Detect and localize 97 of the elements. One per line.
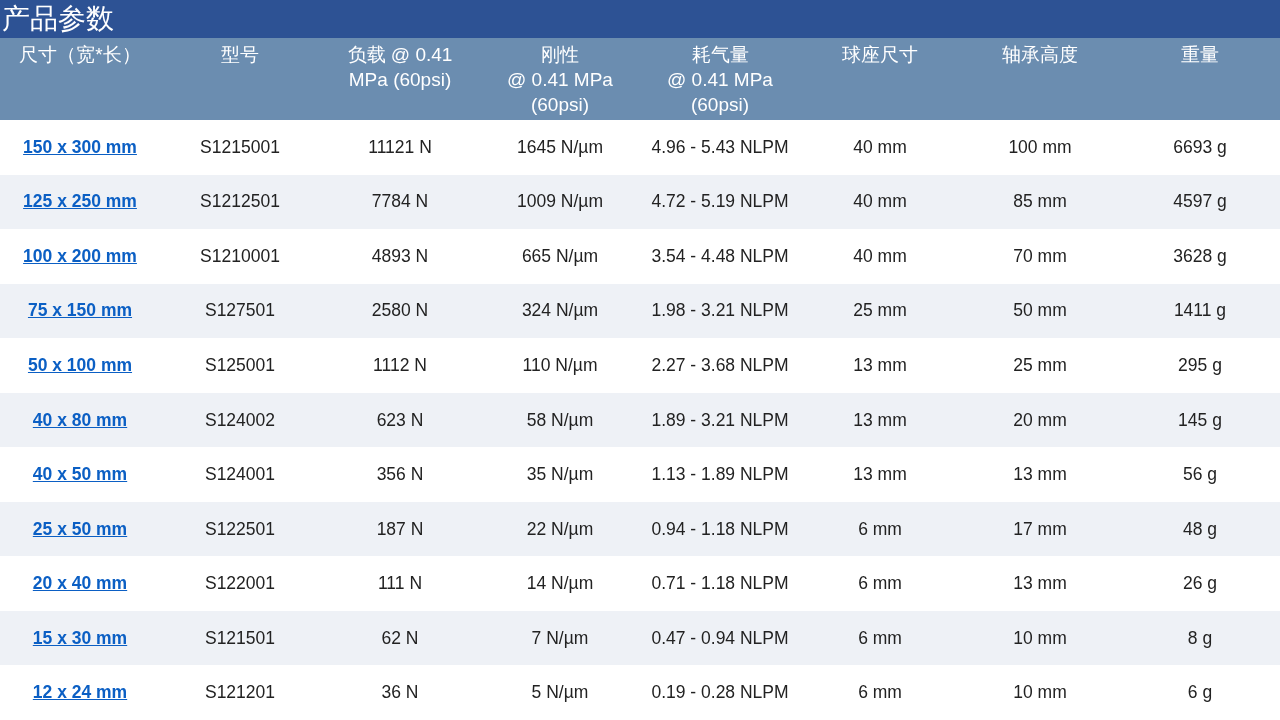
table-cell: 13 mm xyxy=(853,464,907,485)
column-header: 尺寸（宽*长） xyxy=(18,43,142,67)
size-link[interactable]: 25 x 50 mm xyxy=(32,518,128,539)
table-cell: 25 mm xyxy=(853,300,907,321)
table-cell: 56 g xyxy=(1182,464,1218,485)
table-cell: 40 mm xyxy=(853,245,907,266)
table-cell: 10 mm xyxy=(1013,682,1067,703)
table-cell: 623 N xyxy=(376,409,424,430)
table-cell: 4893 N xyxy=(371,245,429,266)
table-cell: 1112 N xyxy=(373,354,427,375)
table-cell: 1.98 - 3.21 NLPM xyxy=(651,300,789,321)
column-header: 轴承高度 xyxy=(1001,43,1079,67)
column-header: 刚性 @ 0.41 MPa (60psi) xyxy=(506,43,614,117)
table-cell: 0.19 - 0.28 NLPM xyxy=(651,682,789,703)
table-cell: 295 g xyxy=(1178,354,1222,375)
table-cell: 100 mm xyxy=(1008,136,1072,157)
table-cell: 17 mm xyxy=(1013,518,1067,539)
table-cell: 50 mm xyxy=(1013,300,1067,321)
size-link[interactable]: 20 x 40 mm xyxy=(32,573,128,594)
table-cell: S1210001 xyxy=(200,245,280,266)
table-cell: 1009 N/µm xyxy=(517,191,603,212)
column-header: 重量 xyxy=(1180,43,1220,67)
table-cell: 70 mm xyxy=(1013,245,1067,266)
table-cell: 8 g xyxy=(1187,627,1213,648)
table-cell: 665 N/µm xyxy=(521,245,599,266)
size-link[interactable]: 75 x 150 mm xyxy=(27,300,133,321)
table-cell: 324 N/µm xyxy=(521,300,599,321)
table-cell: 145 g xyxy=(1178,409,1222,430)
table-cell: 58 N/µm xyxy=(526,409,594,430)
table-cell: 0.94 - 1.18 NLPM xyxy=(651,518,789,539)
table-cell: 6 mm xyxy=(858,573,902,594)
table-cell: S1212501 xyxy=(200,191,280,212)
table-cell: 13 mm xyxy=(853,409,907,430)
table-cell: 7 N/µm xyxy=(531,627,589,648)
size-link[interactable]: 50 x 100 mm xyxy=(27,354,133,375)
table-cell: 6 g xyxy=(1187,682,1213,703)
table-cell: 1.13 - 1.89 NLPM xyxy=(651,464,789,485)
column-header: 负载 @ 0.41 MPa (60psi) xyxy=(346,43,454,92)
size-link[interactable]: 100 x 200 mm xyxy=(23,245,137,266)
table-cell: 110 N/µm xyxy=(522,354,598,375)
table-cell: 3628 g xyxy=(1173,245,1227,266)
table-cell: 85 mm xyxy=(1013,191,1067,212)
column-header: 耗气量 @ 0.41 MPa (60psi) xyxy=(666,43,774,117)
table-cell: 6 mm xyxy=(858,627,902,648)
table-cell: 2580 N xyxy=(371,300,429,321)
table-cell: S1215001 xyxy=(200,136,280,157)
table-cell: 6693 g xyxy=(1173,136,1227,157)
table-cell: 4597 g xyxy=(1173,191,1227,212)
table-cell: S125001 xyxy=(204,354,276,375)
table-cell: 356 N xyxy=(376,464,424,485)
table-cell: 111 N xyxy=(377,573,423,594)
table-cell: S122501 xyxy=(204,518,276,539)
table-cell: 2.27 - 3.68 NLPM xyxy=(651,354,789,375)
table-cell: S127501 xyxy=(204,300,276,321)
table-cell: 20 mm xyxy=(1013,409,1067,430)
table-cell: S121501 xyxy=(204,627,276,648)
table-cell: 6 mm xyxy=(858,518,902,539)
table-cell: 0.71 - 1.18 NLPM xyxy=(651,573,789,594)
table-cell: 36 N xyxy=(381,682,419,703)
table-cell: 40 mm xyxy=(853,136,907,157)
table-cell: 35 N/µm xyxy=(526,464,594,485)
table-cell: 6 mm xyxy=(858,682,902,703)
column-header: 球座尺寸 xyxy=(841,43,919,67)
size-link[interactable]: 12 x 24 mm xyxy=(32,682,128,703)
table-cell: 22 N/µm xyxy=(526,518,594,539)
table-cell: 25 mm xyxy=(1013,354,1067,375)
size-link[interactable]: 40 x 80 mm xyxy=(32,409,128,430)
table-cell: 4.72 - 5.19 NLPM xyxy=(651,191,789,212)
table-cell: 7784 N xyxy=(371,191,429,212)
table-cell: 1645 N/µm xyxy=(517,136,603,157)
table-cell: S121201 xyxy=(204,682,276,703)
table-cell: 11121 N xyxy=(368,136,432,157)
table-cell: 4.96 - 5.43 NLPM xyxy=(651,136,789,157)
table-cell: S124001 xyxy=(204,464,276,485)
table-cell: S124002 xyxy=(204,409,276,430)
table-cell: 187 N xyxy=(376,518,424,539)
table-cell: 3.54 - 4.48 NLPM xyxy=(651,245,789,266)
table-cell: 26 g xyxy=(1182,573,1218,594)
table-cell: 13 mm xyxy=(1013,573,1067,594)
page-title: 产品参数 xyxy=(1,5,114,33)
size-link[interactable]: 150 x 300 mm xyxy=(23,136,137,157)
table-cell: 14 N/µm xyxy=(526,573,594,594)
table-cell: 10 mm xyxy=(1013,627,1067,648)
table-cell: S122001 xyxy=(204,573,276,594)
size-link[interactable]: 15 x 30 mm xyxy=(32,627,128,648)
table-cell: 0.47 - 0.94 NLPM xyxy=(651,627,789,648)
table-cell: 40 mm xyxy=(853,191,907,212)
size-link[interactable]: 40 x 50 mm xyxy=(32,464,128,485)
table-cell: 13 mm xyxy=(853,354,907,375)
table-cell: 48 g xyxy=(1182,518,1218,539)
table-cell: 1411 g xyxy=(1173,300,1227,321)
table-cell: 1.89 - 3.21 NLPM xyxy=(651,409,789,430)
size-link[interactable]: 125 x 250 mm xyxy=(23,191,137,212)
table-cell: 62 N xyxy=(381,627,419,648)
table-cell: 5 N/µm xyxy=(531,682,589,703)
column-header: 型号 xyxy=(220,43,260,67)
table-cell: 13 mm xyxy=(1013,464,1067,485)
